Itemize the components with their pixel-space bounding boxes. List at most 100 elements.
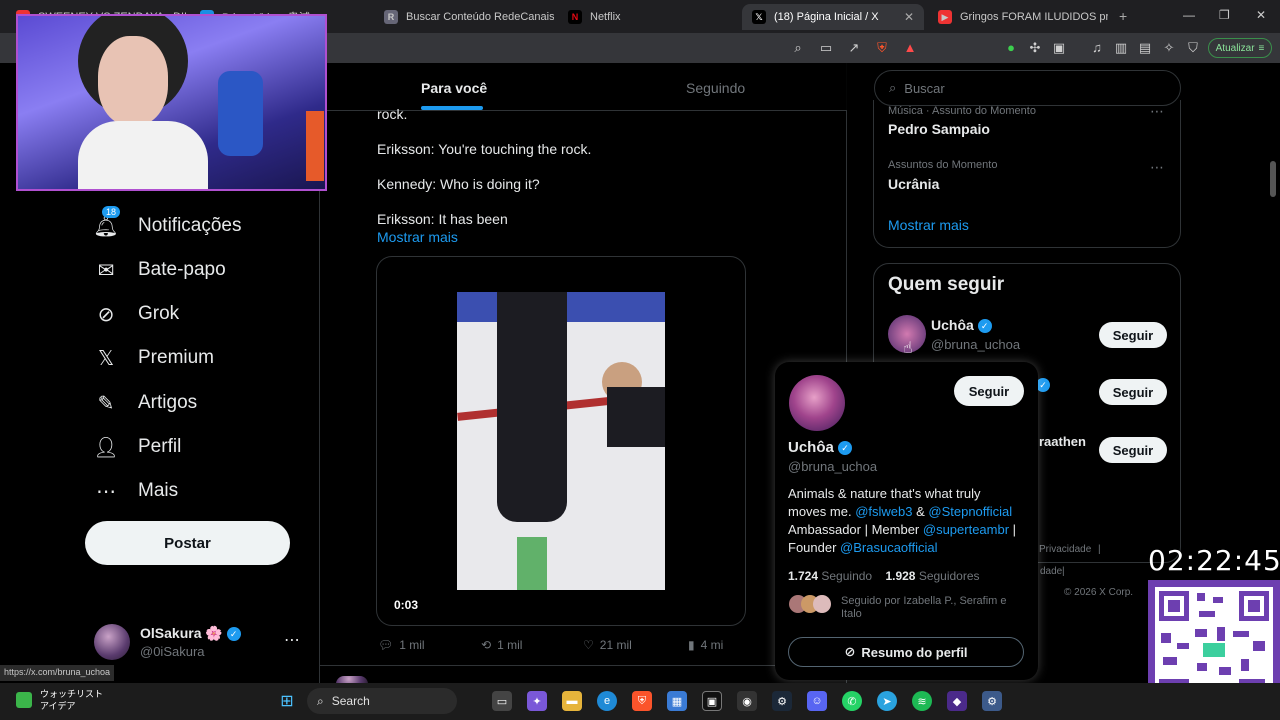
widget-text[interactable]: ウォッチリスト アイデア bbox=[40, 688, 103, 712]
sidebar-icon[interactable]: ▥ bbox=[1113, 40, 1129, 56]
x-logo-icon: 𝕏 bbox=[752, 10, 766, 24]
followed-by-avatars bbox=[789, 595, 833, 613]
follow-button[interactable]: Seguir bbox=[1099, 379, 1167, 405]
follow-button[interactable]: Seguir bbox=[1099, 322, 1167, 348]
whatsapp-icon[interactable]: ✆ bbox=[842, 691, 862, 711]
app-icon[interactable]: ▣ bbox=[702, 691, 722, 711]
suggestion-name[interactable]: raathen bbox=[1039, 434, 1086, 449]
nav-more[interactable]: ⋯ Mais bbox=[92, 473, 178, 509]
brave-shield-icon[interactable]: ⛨ bbox=[874, 40, 890, 56]
extensions-icon[interactable]: ✣ bbox=[1027, 40, 1043, 56]
bio-text: moves me. bbox=[788, 504, 856, 519]
restore-icon[interactable]: ❐ bbox=[1219, 8, 1230, 22]
hovercard-name[interactable]: Uchôa ✓ bbox=[788, 439, 853, 456]
nav-premium[interactable]: 𝕏 Premium bbox=[92, 340, 214, 376]
mention-link[interactable]: @Stepnofficial bbox=[928, 504, 1012, 519]
brave-icon[interactable]: ⛨ bbox=[632, 691, 652, 711]
footer-link[interactable]: dade bbox=[1040, 566, 1062, 577]
footer-separator: | bbox=[1062, 566, 1065, 577]
browser-tab-active[interactable]: 𝕏 (18) Página Inicial / X ✕ bbox=[742, 4, 924, 30]
more-icon[interactable]: ⋯ bbox=[284, 630, 300, 650]
extension-green-icon[interactable]: ● bbox=[1003, 40, 1019, 56]
stocks-widget-icon[interactable] bbox=[16, 692, 32, 708]
nav-profile[interactable]: 👤︎ Perfil bbox=[92, 429, 181, 465]
screenshot-icon[interactable]: ▣ bbox=[1051, 40, 1067, 56]
tab-for-you[interactable]: Para você bbox=[421, 80, 487, 96]
trend-item[interactable]: Pedro Sampaio bbox=[888, 121, 990, 137]
app-icon[interactable]: ◆ bbox=[947, 691, 967, 711]
show-more-trends-link[interactable]: Mostrar mais bbox=[888, 217, 969, 233]
bio-line: Founder @Brasucaofficial bbox=[788, 539, 1028, 557]
more-icon[interactable]: ⋯ bbox=[1150, 103, 1165, 120]
nav-articles[interactable]: ✎ Artigos bbox=[92, 385, 198, 421]
bio-text: & bbox=[912, 504, 929, 519]
settings-icon[interactable]: ⚙ bbox=[982, 691, 1002, 711]
discord-icon[interactable]: ☺ bbox=[807, 691, 827, 711]
leo-ai-icon[interactable]: ✧ bbox=[1161, 40, 1177, 56]
suggestion-name[interactable]: Uchôa ✓ bbox=[931, 317, 992, 334]
steam-icon[interactable]: ⚙ bbox=[772, 691, 792, 711]
post-button[interactable]: Postar bbox=[85, 521, 290, 565]
tab-label: (18) Página Inicial / X bbox=[774, 11, 879, 23]
close-window-icon[interactable]: ✕ bbox=[1256, 8, 1266, 22]
vpn-icon[interactable]: ⛉ bbox=[1185, 40, 1201, 56]
show-more-link[interactable]: Mostrar mais bbox=[377, 229, 458, 245]
notification-badge: 18 bbox=[102, 206, 121, 218]
follow-button[interactable]: Seguir bbox=[1099, 437, 1167, 463]
browser-tab[interactable]: N Netflix bbox=[558, 4, 738, 30]
trend-item[interactable]: Ucrânia bbox=[888, 176, 939, 192]
copilot-icon[interactable]: ✦ bbox=[527, 691, 547, 711]
music-icon[interactable]: ♫ bbox=[1089, 40, 1105, 56]
youtube-icon: ▶ bbox=[938, 10, 952, 24]
video-frame[interactable] bbox=[457, 292, 665, 590]
minimize-icon[interactable]: — bbox=[1183, 8, 1195, 22]
close-tab-icon[interactable]: ✕ bbox=[904, 10, 914, 24]
nav-chat[interactable]: ✉ Bate-papo bbox=[92, 252, 226, 288]
telegram-icon[interactable]: ➤ bbox=[877, 691, 897, 711]
brave-rewards-icon[interactable]: ▲ bbox=[902, 40, 918, 56]
avatar bbox=[813, 595, 831, 613]
mention-link[interactable]: @Brasucaofficial bbox=[840, 540, 938, 555]
hovercard-handle: @bruna_uchoa bbox=[788, 459, 878, 474]
repost-button[interactable]: ⟲ 1 mil bbox=[481, 638, 522, 652]
obs-icon[interactable]: ◉ bbox=[737, 691, 757, 711]
mention-link[interactable]: @fslweb3 bbox=[855, 504, 912, 519]
following-count[interactable]: 1.724 bbox=[788, 569, 818, 583]
update-button[interactable]: Atualizar ≡ bbox=[1208, 38, 1272, 58]
nav-grok[interactable]: ⊘ Grok bbox=[92, 296, 180, 332]
task-view-icon[interactable]: ▭ bbox=[492, 691, 512, 711]
profile-summary-button[interactable]: ⊘ Resumo do perfil bbox=[788, 637, 1024, 667]
reply-button[interactable]: 💬︎ 1 mil bbox=[378, 638, 425, 652]
taskbar-search[interactable]: ⌕ Search bbox=[307, 688, 457, 714]
followers-count[interactable]: 1.928 bbox=[885, 569, 915, 583]
tab-following[interactable]: Seguindo bbox=[686, 80, 745, 96]
footer-link[interactable]: Privacidade bbox=[1039, 544, 1091, 555]
hovercard-avatar[interactable] bbox=[789, 375, 845, 431]
analytics-icon: ▮ bbox=[688, 638, 695, 652]
windows-start-icon[interactable]: ⊞ bbox=[277, 691, 297, 711]
widget-title: ウォッチリスト bbox=[40, 689, 104, 699]
browser-tab[interactable]: R Buscar Conteúdo RedeCanais: star bbox=[374, 4, 554, 30]
spotify-icon[interactable]: ≋ bbox=[912, 691, 932, 711]
hovercard-stats: 1.724 Seguindo 1.928 Seguidores bbox=[788, 569, 980, 583]
browser-tab[interactable]: ▶ Gringos FORAM ILUDIDOS pro Rio bbox=[928, 4, 1108, 30]
cast-icon[interactable]: ▭ bbox=[818, 40, 834, 56]
more-icon[interactable]: ⋯ bbox=[1150, 159, 1165, 176]
wallet-icon[interactable]: ▤ bbox=[1137, 40, 1153, 56]
share-icon[interactable]: ↗ bbox=[846, 40, 862, 56]
like-button[interactable]: ♡ 21 mil bbox=[583, 638, 632, 652]
hovercard-follow-button[interactable]: Seguir bbox=[954, 376, 1024, 406]
store-icon[interactable]: ▦ bbox=[667, 691, 687, 711]
new-tab-button[interactable]: + bbox=[1119, 8, 1127, 24]
followed-by-text[interactable]: Seguido por Izabella P., Serafim e Italo bbox=[841, 595, 1023, 621]
nav-notifications[interactable]: 🔔︎ 18 Notificações bbox=[92, 206, 242, 244]
tweet-text-line: Kennedy: Who is doing it? bbox=[377, 176, 540, 192]
zoom-icon[interactable]: ⌕ bbox=[790, 40, 806, 56]
account-switcher[interactable]: OlSakura 🌸 ✓ @0iSakura ⋯ bbox=[94, 624, 314, 664]
edge-icon[interactable]: e bbox=[597, 691, 617, 711]
views-button[interactable]: ▮ 4 mi bbox=[688, 638, 723, 652]
file-explorer-icon[interactable]: ▬ bbox=[562, 691, 582, 711]
scrollbar-thumb[interactable] bbox=[1270, 161, 1276, 197]
mention-link[interactable]: @superteambr bbox=[923, 522, 1009, 537]
divider bbox=[320, 665, 847, 666]
